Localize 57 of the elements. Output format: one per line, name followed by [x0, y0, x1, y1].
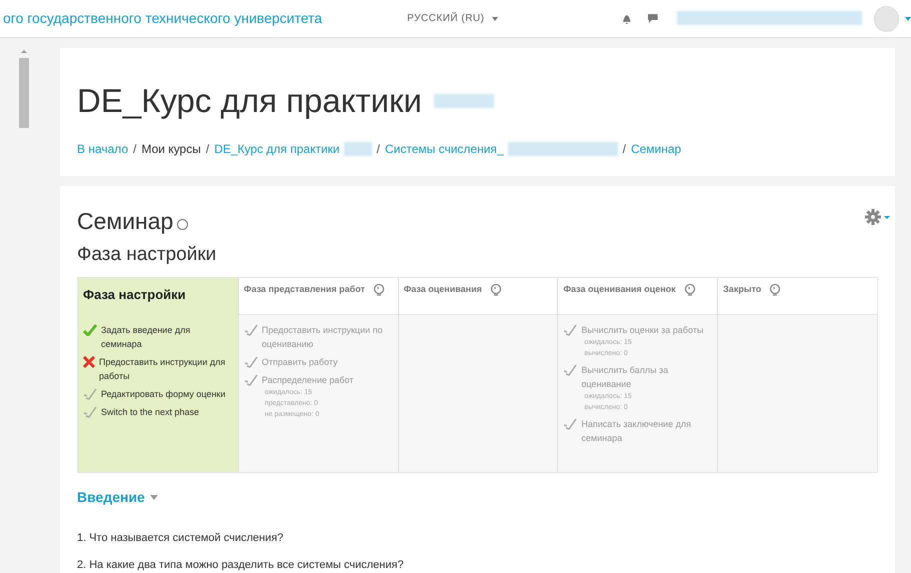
settings-menu[interactable] [864, 208, 890, 226]
pending-check-icon [83, 406, 97, 418]
phase-title: Фаза представления работ [244, 283, 365, 296]
lightbulb-icon[interactable] [490, 283, 502, 297]
lightbulb-icon[interactable] [684, 283, 696, 297]
cross-icon [83, 356, 95, 368]
scrollbar-thumb[interactable] [19, 58, 29, 128]
caret-icon[interactable] [905, 16, 911, 20]
course-title: DE_Курс для практики [77, 81, 422, 121]
task-label: Switch to the next phase [101, 406, 200, 419]
site-name[interactable]: ого государственного технического университета [0, 8, 408, 29]
pending-check-icon [83, 388, 97, 400]
phase-heading: Фаза настройки [77, 242, 218, 266]
breadcrumb-link[interactable]: Системы счисления_ [384, 140, 504, 158]
breadcrumb-separator: / [376, 140, 380, 158]
caret-icon [492, 16, 498, 20]
task-label: Редактировать форму оценки [101, 388, 226, 401]
pending-check-icon [563, 364, 578, 376]
breadcrumb-separator: / [133, 140, 136, 158]
task-label: Задать введение для семинара [101, 324, 192, 351]
breadcrumb-link[interactable]: В начало [77, 140, 128, 158]
help-icon[interactable] [177, 218, 188, 230]
question-text: 1. Что называется системой счисления? [77, 531, 284, 546]
breadcrumb-separator: / [206, 140, 210, 158]
task-label: Предоставить инструкции по оцениванию [262, 324, 384, 351]
settings-icon [864, 208, 882, 226]
task-label: Вычислить баллы за оценивание [581, 364, 670, 391]
pending-check-icon [563, 418, 578, 430]
language-menu[interactable]: РУССКИЙ (RU) [407, 11, 498, 26]
pending-check-icon [244, 324, 258, 336]
redacted-mark [344, 142, 372, 156]
phase-title: Фаза оценивания оценок [563, 283, 676, 296]
redacted-mark [434, 94, 494, 108]
task-label: Написать заключение для семинара [581, 418, 692, 445]
task-label: Вычислить оценки за работы [581, 324, 704, 337]
pending-check-icon [244, 356, 258, 368]
lightbulb-icon[interactable] [372, 283, 385, 297]
bell-icon[interactable] [621, 12, 634, 24]
check-icon [83, 324, 97, 336]
phase-title: Фаза оценивания [404, 283, 482, 296]
section-toggle[interactable]: Введение [77, 487, 158, 508]
lightbulb-icon[interactable] [769, 283, 782, 297]
breadcrumb-link[interactable]: DE_Курс для практики [214, 140, 340, 158]
breadcrumb-text: Мои курсы [141, 140, 201, 158]
pending-check-icon [244, 374, 258, 386]
breadcrumb-separator: / [622, 140, 626, 158]
caret-icon [150, 495, 158, 500]
task-label: Распределение работ [262, 374, 354, 387]
phase-title: Закрыто [723, 283, 762, 296]
task-label: Предоставить инструкции для работы [99, 356, 226, 383]
task-label: Отправить работу [262, 356, 338, 369]
question-text: 2. На какие два типа можно разделить все системы счисления? [77, 558, 405, 572]
pending-check-icon [563, 324, 578, 336]
phase-title: Фаза настройки [83, 287, 186, 302]
chat-icon[interactable] [647, 13, 659, 24]
breadcrumb-link[interactable]: Семинар [630, 140, 682, 158]
activity-title: Семинар [77, 207, 174, 236]
